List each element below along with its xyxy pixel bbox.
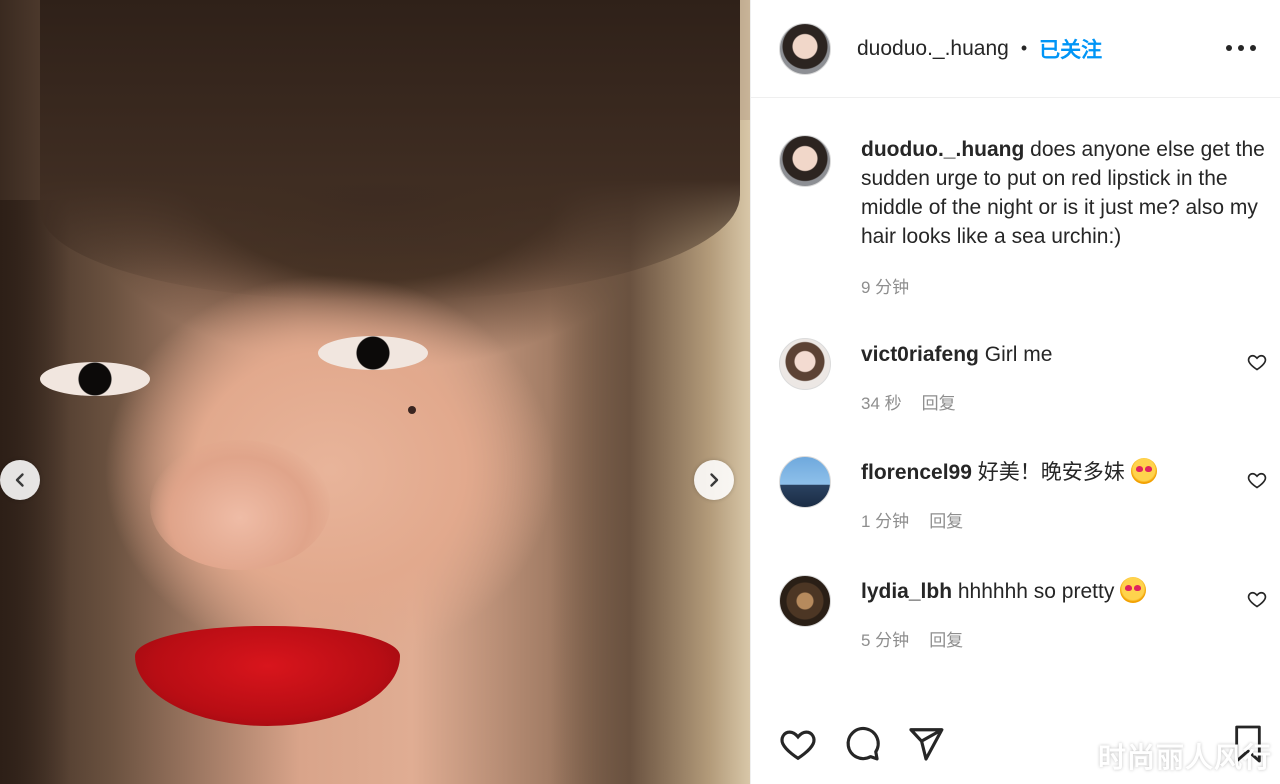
comment-time: 5 分钟 xyxy=(861,631,910,650)
commenter-username[interactable]: florencel99 xyxy=(861,461,972,484)
comment-body: Girl me xyxy=(984,343,1053,366)
photo-eye-left xyxy=(40,362,150,396)
heart-icon[interactable] xyxy=(1247,352,1267,372)
photo-bangs xyxy=(40,0,740,300)
comment-item: lydia_lbh hhhhhh so pretty 5 分钟 回复 xyxy=(779,575,1267,651)
comment-body: 好美！晚安多妹 xyxy=(977,461,1125,484)
post-header: duoduo._.huang • 已关注 xyxy=(751,0,1280,98)
chevron-right-icon xyxy=(710,473,719,487)
comment-item: vict0riafeng Girl me 34 秒 回复 xyxy=(779,338,1267,414)
more-dot xyxy=(1250,45,1256,51)
commenter-avatar[interactable] xyxy=(779,456,831,508)
commenter-username[interactable]: vict0riafeng xyxy=(861,343,979,366)
photo-eye-right xyxy=(318,336,428,370)
caption-meta: 9 分钟 xyxy=(861,273,1271,298)
heart-icon[interactable] xyxy=(1247,470,1267,490)
comment-icon[interactable] xyxy=(843,725,881,763)
more-options-button[interactable] xyxy=(1226,36,1256,60)
caption-time: 9 分钟 xyxy=(861,278,910,297)
photo-mole xyxy=(408,406,416,414)
photo-lips xyxy=(135,626,400,726)
comment-meta: 34 秒 回复 xyxy=(861,389,1052,414)
commenter-username[interactable]: lydia_lbh xyxy=(861,580,952,603)
commenter-avatar[interactable] xyxy=(779,338,831,390)
header-separator: • xyxy=(1020,38,1028,58)
chevron-left-icon xyxy=(15,473,24,487)
next-image-button[interactable] xyxy=(694,460,734,500)
watermark-text: 时尚丽人风行 xyxy=(1097,742,1272,773)
comment-text: lydia_lbh hhhhhh so pretty xyxy=(861,577,1147,606)
more-dot xyxy=(1238,45,1244,51)
comment-meta: 1 分钟 回复 xyxy=(861,507,1157,532)
caption-text: duoduo._.huang does anyone else get the … xyxy=(861,135,1271,251)
comment-text: vict0riafeng Girl me xyxy=(861,340,1052,369)
comment-time: 34 秒 xyxy=(861,394,902,413)
reply-button[interactable]: 回复 xyxy=(929,512,963,531)
comment-body: hhhhhh so pretty xyxy=(957,580,1115,603)
commenter-avatar[interactable] xyxy=(779,575,831,627)
caption-username[interactable]: duoduo._.huang xyxy=(861,138,1024,161)
more-horizontal-icon xyxy=(1226,45,1232,51)
heart-eyes-emoji-icon xyxy=(1130,458,1157,484)
heart-icon[interactable] xyxy=(1247,589,1267,609)
comment-text: florencel99 好美！晚安多妹 xyxy=(861,458,1157,487)
photo-nose xyxy=(150,440,330,570)
reply-button[interactable]: 回复 xyxy=(929,631,963,650)
comment-time: 1 分钟 xyxy=(861,512,910,531)
comment-item: florencel99 好美！晚安多妹 1 分钟 回复 xyxy=(779,456,1267,532)
following-button[interactable]: 已关注 xyxy=(1039,34,1102,64)
author-username[interactable]: duoduo._.huang xyxy=(857,37,1009,61)
comment-meta: 5 分钟 回复 xyxy=(861,626,1146,651)
heart-eyes-emoji-icon xyxy=(1120,577,1147,603)
post-photo[interactable] xyxy=(0,0,750,784)
caption-avatar[interactable] xyxy=(779,135,831,187)
previous-image-button[interactable] xyxy=(0,460,40,500)
post-details-panel: duoduo._.huang • 已关注 duoduo._.huang does… xyxy=(750,0,1280,784)
post-caption: duoduo._.huang does anyone else get the … xyxy=(779,135,1269,298)
reply-button[interactable]: 回复 xyxy=(922,394,956,413)
send-icon[interactable] xyxy=(907,725,945,763)
heart-icon[interactable] xyxy=(779,725,817,763)
author-avatar[interactable] xyxy=(779,22,831,75)
